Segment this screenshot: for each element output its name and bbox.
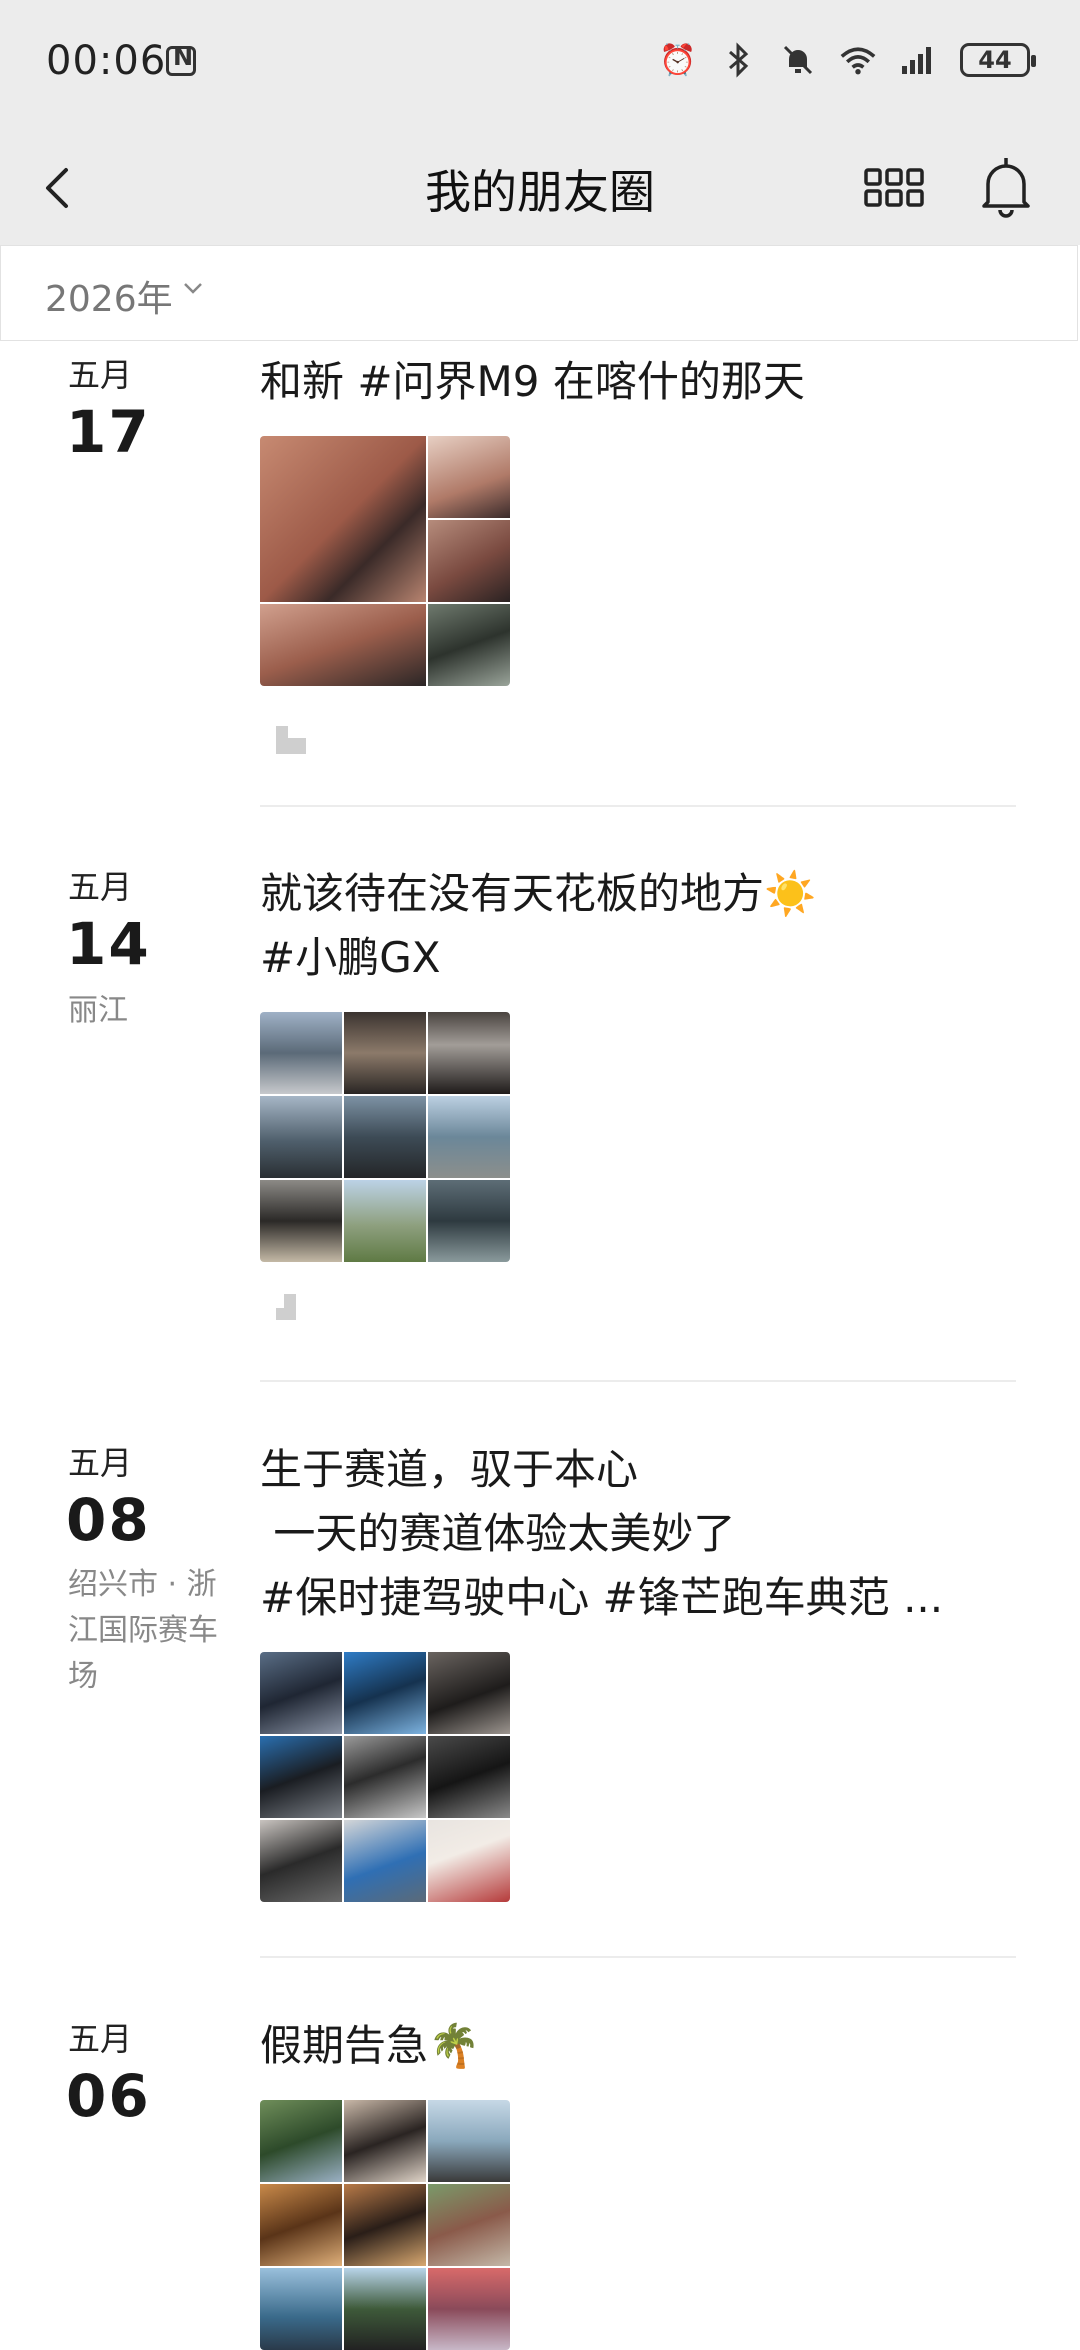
- post-item[interactable]: 五月 08 绍兴市 · 浙江国际赛车场 生于赛道，驭于本心 一天的赛道体验太美妙…: [0, 1438, 1080, 1958]
- photo-thumbnail[interactable]: [428, 1012, 510, 1094]
- post-day: 08: [66, 1486, 151, 1554]
- post-day: 14: [66, 910, 151, 978]
- photo-thumbnail[interactable]: [260, 1736, 342, 1818]
- nfc-icon: [166, 43, 196, 76]
- post-item[interactable]: 五月 17 和新 #问界M9 在喀什的那天: [0, 350, 1080, 810]
- mute-bell-icon: [780, 42, 816, 78]
- bluetooth-icon: [720, 42, 756, 78]
- photo-thumbnail[interactable]: [260, 1096, 342, 1178]
- post-item[interactable]: 五月 06 假期告急🌴: [0, 2014, 1080, 2350]
- post-text-line: 一天的赛道体验太美妙了: [260, 1509, 736, 1558]
- notifications-button[interactable]: [976, 152, 1036, 222]
- wifi-icon: [840, 42, 876, 78]
- post-month: 五月: [68, 868, 133, 906]
- photo-thumbnail[interactable]: [428, 520, 510, 602]
- grid-view-button[interactable]: [862, 158, 926, 218]
- post-day: 17: [66, 398, 151, 466]
- photo-grid[interactable]: [260, 2100, 510, 2350]
- photo-thumbnail[interactable]: [428, 1820, 510, 1902]
- photo-thumbnail[interactable]: [260, 1012, 342, 1094]
- photo-thumbnail[interactable]: [428, 1096, 510, 1178]
- photo-thumbnail[interactable]: [344, 1096, 426, 1178]
- year-filter[interactable]: 2026年: [0, 245, 1078, 341]
- photo-thumbnail[interactable]: [260, 436, 426, 602]
- post-item[interactable]: 五月 14 丽江 就该待在没有天花板的地方☀️ #小鹏GX: [0, 862, 1080, 1372]
- photo-thumbnail[interactable]: [428, 604, 510, 686]
- post-text-line: 和新 #问界M9 在喀什的那天: [260, 357, 805, 406]
- post-location[interactable]: 丽江: [68, 988, 218, 1034]
- photo-thumbnail[interactable]: [260, 604, 426, 686]
- divider: [260, 805, 1016, 807]
- post-location[interactable]: 绍兴市 · 浙江国际赛车场: [68, 1562, 218, 1700]
- alarm-icon: ⏰: [659, 42, 697, 78]
- more-actions-icon[interactable]: [274, 722, 308, 756]
- grid-icon: [864, 168, 924, 207]
- photo-thumbnail[interactable]: [428, 2100, 510, 2182]
- photo-thumbnail[interactable]: [260, 1180, 342, 1262]
- post-text-line: 生于赛道，驭于本心: [260, 1445, 639, 1494]
- post-day: 06: [66, 2062, 151, 2130]
- chevron-down-icon: [184, 283, 202, 294]
- battery-indicator: 44: [960, 43, 1036, 77]
- photo-grid[interactable]: [260, 436, 510, 686]
- photo-thumbnail[interactable]: [428, 1652, 510, 1734]
- photo-thumbnail[interactable]: [428, 2184, 510, 2266]
- photo-grid[interactable]: [260, 1652, 510, 1902]
- photo-thumbnail[interactable]: [344, 1652, 426, 1734]
- photo-grid[interactable]: [260, 1012, 510, 1262]
- post-text-line: #小鹏GX: [260, 933, 441, 982]
- post-text-line: #保时捷驾驶中心 #锋芒跑车典范 ...: [260, 1573, 944, 1622]
- photo-thumbnail[interactable]: [344, 1820, 426, 1902]
- photo-thumbnail[interactable]: [428, 436, 510, 518]
- photo-thumbnail[interactable]: [260, 2100, 342, 2182]
- photo-thumbnail[interactable]: [344, 1180, 426, 1262]
- divider: [260, 1380, 1016, 1382]
- more-actions-icon[interactable]: [274, 1290, 308, 1324]
- photo-thumbnail[interactable]: [260, 2268, 342, 2350]
- post-text-line: 就该待在没有天花板的地方☀️: [260, 869, 817, 918]
- post-month: 五月: [68, 2020, 133, 2058]
- photo-thumbnail[interactable]: [428, 1736, 510, 1818]
- photo-thumbnail[interactable]: [344, 2100, 426, 2182]
- bell-icon: [982, 158, 1030, 218]
- photo-thumbnail[interactable]: [344, 2184, 426, 2266]
- photo-thumbnail[interactable]: [260, 1820, 342, 1902]
- post-month: 五月: [68, 356, 133, 394]
- photo-thumbnail[interactable]: [260, 2184, 342, 2266]
- post-month: 五月: [68, 1444, 133, 1482]
- status-time: 00:06: [46, 38, 167, 84]
- status-icons: ⏰ 44: [659, 42, 1036, 78]
- photo-thumbnail[interactable]: [260, 1652, 342, 1734]
- post-text-line: 假期告急🌴: [260, 2021, 481, 2070]
- photo-thumbnail[interactable]: [428, 1180, 510, 1262]
- photo-thumbnail[interactable]: [344, 2268, 426, 2350]
- year-filter-label: 2026年: [45, 279, 173, 320]
- photo-thumbnail[interactable]: [344, 1736, 426, 1818]
- photo-thumbnail[interactable]: [428, 2268, 510, 2350]
- signal-icon: [900, 42, 936, 78]
- nav-bar: 我的朋友圈: [0, 130, 1080, 245]
- status-bar: 00:06 ⏰ 44: [0, 0, 1080, 130]
- photo-thumbnail[interactable]: [344, 1012, 426, 1094]
- divider: [260, 1956, 1016, 1958]
